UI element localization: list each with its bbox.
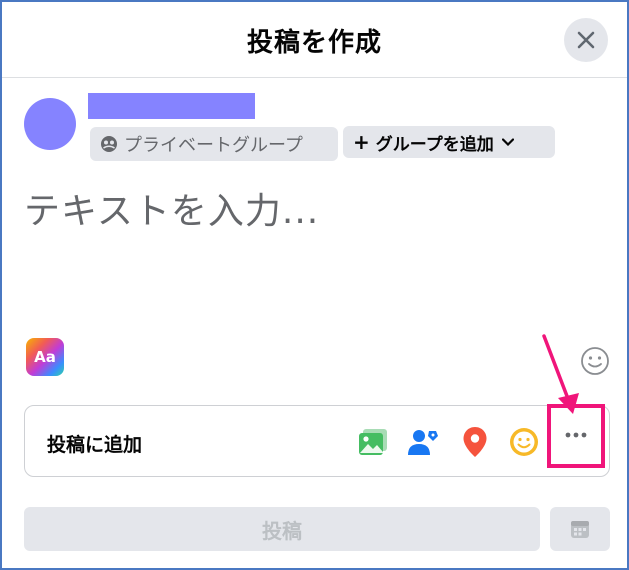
create-post-dialog: 投稿を作成 プライベートグループ + グループを追加 テキストを入力... Aa: [0, 0, 629, 570]
user-name-redacted: [88, 93, 255, 119]
avatar: [24, 98, 76, 150]
tag-people-icon: [408, 430, 438, 455]
feeling-activity-button[interactable]: [506, 424, 542, 460]
add-to-post-label: 投稿に追加: [47, 434, 143, 456]
photo-video-button[interactable]: [355, 424, 391, 460]
dialog-header: 投稿を作成: [2, 2, 627, 78]
post-button[interactable]: 投稿: [24, 507, 540, 551]
more-options-button[interactable]: [559, 418, 593, 452]
tag-people-button[interactable]: [405, 424, 441, 460]
post-button-label: 投稿: [262, 518, 302, 543]
dialog-title: 投稿を作成: [246, 28, 382, 58]
privacy-label: プライベートグループ: [124, 135, 303, 156]
emoji-picker-icon[interactable]: [580, 346, 610, 376]
background-picker-label: Aa: [34, 348, 56, 366]
close-button[interactable]: [564, 18, 608, 62]
plus-icon: +: [353, 130, 370, 154]
schedule-button[interactable]: [550, 507, 610, 551]
location-pin-icon: [463, 427, 487, 457]
close-icon: [577, 31, 595, 49]
chevron-down-icon: [501, 138, 514, 146]
privacy-selector[interactable]: プライベートグループ: [90, 127, 338, 161]
check-in-button[interactable]: [457, 424, 493, 460]
add-group-label: グループを追加: [375, 134, 494, 155]
smiley-icon: [510, 428, 538, 456]
photo-icon: [359, 429, 387, 455]
more-dots-icon: [565, 432, 587, 438]
group-icon: [101, 136, 117, 152]
background-picker-button[interactable]: Aa: [26, 338, 64, 376]
calendar-icon: [571, 521, 589, 538]
add-to-post-bar: 投稿に追加: [24, 404, 610, 477]
add-group-button[interactable]: + グループを追加: [343, 126, 555, 158]
post-text-input[interactable]: テキストを入力...: [24, 182, 319, 234]
more-options-highlight: [547, 404, 605, 468]
